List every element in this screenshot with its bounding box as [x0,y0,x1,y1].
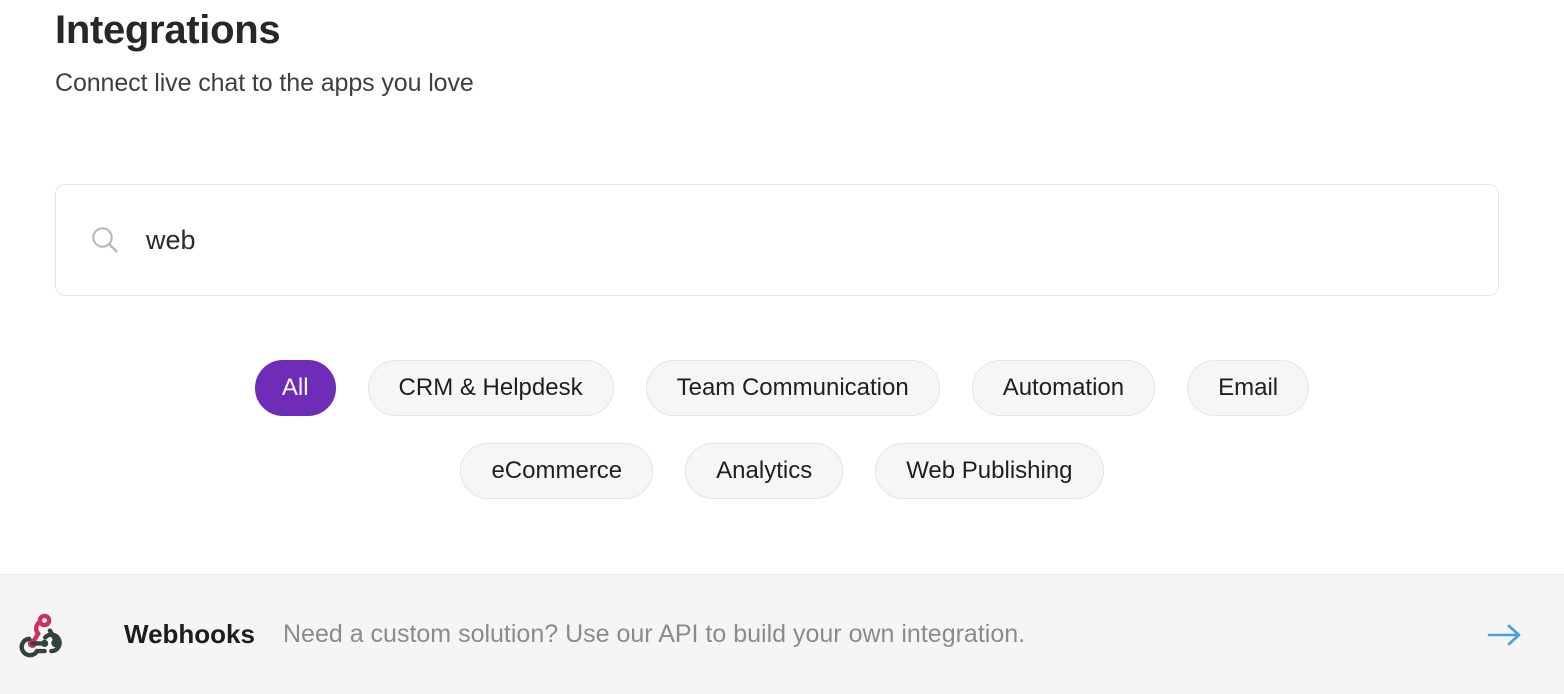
page-subtitle: Connect live chat to the apps you love [55,66,474,100]
filter-pill-web-publishing[interactable]: Web Publishing [875,443,1103,499]
filter-pill-analytics[interactable]: Analytics [685,443,843,499]
filter-row-1: All CRM & Helpdesk Team Communication Au… [0,360,1564,416]
webhooks-description: Need a custom solution? Use our API to b… [283,620,1025,649]
filter-row-2: eCommerce Analytics Web Publishing [0,443,1564,499]
filter-pill-all[interactable]: All [255,360,336,416]
arrow-right-icon[interactable] [1486,620,1526,650]
search-input[interactable] [146,220,1426,260]
filter-pill-ecommerce[interactable]: eCommerce [460,443,653,499]
filter-pill-automation[interactable]: Automation [972,360,1155,416]
page-header: Integrations Connect live chat to the ap… [55,4,474,100]
filter-pill-email[interactable]: Email [1187,360,1309,416]
search-icon [88,223,122,257]
integrations-page: Integrations Connect live chat to the ap… [0,0,1564,694]
search-box[interactable] [55,184,1499,296]
filter-pill-group: All CRM & Helpdesk Team Communication Au… [0,360,1564,499]
page-title: Integrations [55,4,474,56]
webhooks-banner[interactable]: Webhooks Need a custom solution? Use our… [0,574,1564,694]
webhooks-icon [16,607,72,663]
filter-pill-team-communication[interactable]: Team Communication [646,360,940,416]
webhooks-title: Webhooks [124,619,255,650]
filter-pill-crm-helpdesk[interactable]: CRM & Helpdesk [368,360,614,416]
